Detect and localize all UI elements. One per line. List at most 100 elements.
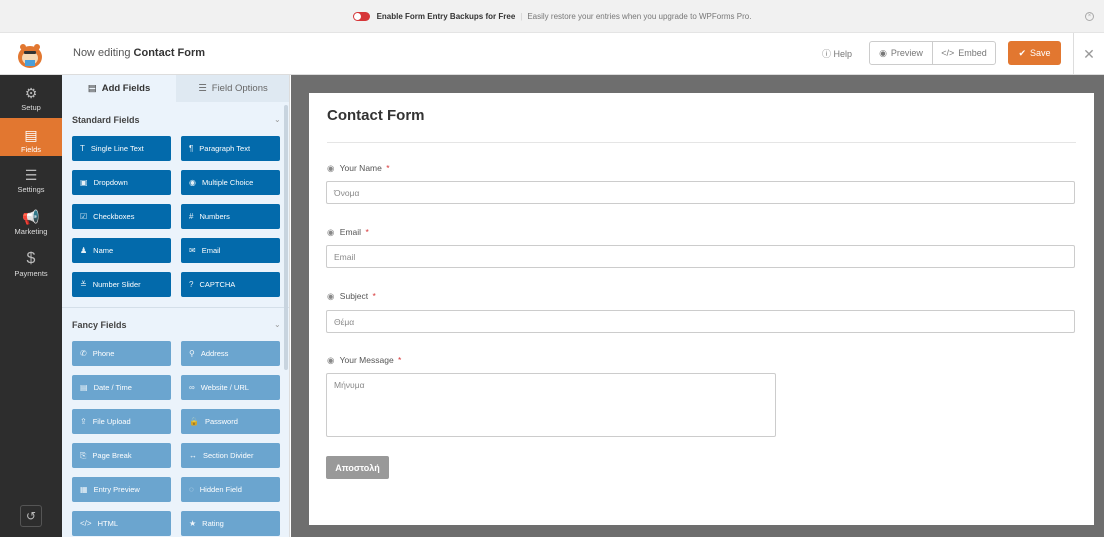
dropdown-icon: ▣	[80, 178, 88, 187]
field-button-section-divider[interactable]: ↔ Section Divider	[181, 443, 280, 468]
upload-icon: ⇪	[80, 417, 87, 426]
field-button-hidden-field[interactable]: ◌ Hidden Field	[181, 477, 280, 502]
sidebar-item-label: Setup	[21, 103, 41, 112]
radio-icon: ◉	[189, 178, 196, 187]
preview-icon: ▦	[80, 485, 88, 494]
field-button-rating[interactable]: ★ Rating	[181, 511, 280, 536]
sidebar-item-setup[interactable]: ⚙ Setup	[0, 81, 62, 117]
preview-button[interactable]: ◉ Preview	[870, 42, 932, 64]
field-button-label: Single Line Text	[90, 144, 144, 153]
field-button-dropdown[interactable]: ▣ Dropdown	[72, 170, 171, 195]
dollar-icon: $	[26, 250, 36, 267]
page-break-icon: ⎘	[80, 450, 87, 460]
code-icon: </>	[941, 48, 955, 58]
notice-bar: Enable Form Entry Backups for Free | Eas…	[0, 0, 1104, 33]
name-field[interactable]: Όνομα	[326, 181, 1075, 204]
field-button-website-url[interactable]: ∞ Website / URL	[181, 375, 280, 400]
chevron-down-icon[interactable]: ⌄	[274, 115, 281, 124]
field-button-numbers[interactable]: # Numbers	[181, 204, 280, 229]
embed-button[interactable]: </> Embed	[932, 42, 995, 64]
field-label-message[interactable]: ◉ Your Message *	[327, 355, 401, 366]
fancy-fields-heading[interactable]: Fancy Fields	[72, 320, 127, 330]
sidebar-item-settings[interactable]: ☰ Settings	[0, 163, 62, 201]
field-button-number-slider[interactable]: ≚ Number Slider	[72, 272, 171, 297]
save-button[interactable]: ✔ Save	[1008, 41, 1061, 65]
hash-icon: #	[189, 212, 194, 221]
field-button-paragraph-text[interactable]: ¶ Paragraph Text	[181, 136, 280, 161]
list-icon: ▤	[87, 83, 97, 94]
sidebar-item-fields[interactable]: ▤ Fields	[0, 118, 62, 156]
field-button-label: Number Slider	[92, 280, 141, 289]
field-label-email[interactable]: ◉ Email *	[327, 227, 369, 238]
tab-add-fields[interactable]: ▤ Add Fields	[62, 75, 176, 102]
text-icon: T	[80, 144, 85, 153]
close-icon[interactable]: ✕	[1073, 33, 1104, 75]
star-icon: ★	[189, 519, 197, 528]
field-button-label: Checkboxes	[93, 212, 135, 221]
field-button-entry-preview[interactable]: ▦ Entry Preview	[72, 477, 171, 502]
backup-toggle[interactable]	[352, 11, 370, 21]
sidebar-item-label: Fields	[20, 145, 41, 154]
field-button-captcha[interactable]: ? CAPTCHA	[181, 272, 280, 297]
field-label-text: Subject	[339, 291, 369, 301]
question-icon: ?	[189, 280, 194, 289]
field-button-label: Multiple Choice	[201, 178, 254, 187]
field-button-page-break[interactable]: ⎘ Page Break	[72, 443, 171, 468]
tab-label: Add Fields	[101, 83, 151, 94]
field-button-label: Hidden Field	[199, 485, 242, 494]
field-button-label: Address	[200, 349, 229, 358]
revisions-icon[interactable]: ↺	[20, 505, 42, 527]
email-field[interactable]: Email	[326, 245, 1075, 268]
field-button-address[interactable]: ⚲ Address	[181, 341, 280, 366]
sliders-icon: ☰	[24, 167, 38, 183]
field-button-single-line-text[interactable]: T Single Line Text	[72, 136, 171, 161]
standard-fields-heading[interactable]: Standard Fields	[72, 115, 140, 125]
email-field-placeholder: Email	[334, 251, 356, 262]
eye-slash-icon: ◉	[327, 355, 335, 365]
field-button-file-upload[interactable]: ⇪ File Upload	[72, 409, 171, 434]
field-button-checkboxes[interactable]: ☑ Checkboxes	[72, 204, 171, 229]
sidebar-item-payments[interactable]: $ Payments	[0, 247, 62, 285]
notice-separator: |	[520, 11, 523, 21]
help-label: Help	[833, 49, 853, 59]
field-button-email[interactable]: ✉ Email	[181, 238, 280, 263]
field-button-multiple-choice[interactable]: ◉ Multiple Choice	[181, 170, 280, 195]
submit-button[interactable]: Αποστολή	[326, 456, 389, 479]
megaphone-icon: 📢	[22, 209, 40, 225]
field-label-name[interactable]: ◉ Your Name *	[327, 163, 390, 174]
form-title[interactable]: Contact Form	[327, 107, 425, 124]
field-button-label: Name	[93, 246, 114, 255]
field-button-phone[interactable]: ✆ Phone	[72, 341, 171, 366]
sidebar-item-marketing[interactable]: 📢 Marketing	[0, 205, 62, 243]
message-field[interactable]: Μήνυμα	[326, 373, 776, 437]
tab-field-options[interactable]: ☰ Field Options	[176, 75, 289, 102]
field-button-label: Website / URL	[200, 383, 249, 392]
form-canvas: Contact Form ◉ Your Name * Όνομα ◉ Email…	[291, 75, 1104, 537]
checkbox-icon: ☑	[80, 212, 88, 221]
form-name: Contact Form	[133, 47, 206, 59]
eye-slash-icon: ◉	[327, 163, 335, 173]
dismiss-icon[interactable]: ×	[1085, 12, 1094, 21]
section-divider	[62, 307, 289, 308]
field-button-date-time[interactable]: ▤ Date / Time	[72, 375, 171, 400]
help-icon: ⓘ	[822, 49, 832, 59]
field-button-name[interactable]: ♟ Name	[72, 238, 171, 263]
field-button-html[interactable]: </> HTML	[72, 511, 171, 536]
panel-scrollbar[interactable]	[284, 105, 288, 370]
required-asterisk: *	[365, 227, 369, 237]
builder-sidebar: ⚙ Setup ▤ Fields ☰ Settings 📢 Marketing …	[0, 75, 62, 537]
phone-icon: ✆	[80, 349, 87, 358]
notice-text: Easily restore your entries when you upg…	[527, 11, 752, 21]
subject-field-placeholder: Θέμα	[334, 316, 355, 327]
field-button-password[interactable]: 🔒 Password	[181, 409, 280, 434]
field-button-label: Section Divider	[203, 451, 254, 460]
lock-icon: 🔒	[189, 417, 199, 426]
field-label-subject[interactable]: ◉ Subject *	[327, 291, 376, 302]
chevron-down-icon[interactable]: ⌄	[274, 320, 281, 329]
fields-icon: ▤	[24, 127, 38, 143]
help-button[interactable]: ⓘ Help	[822, 47, 852, 60]
panel-tabs: ▤ Add Fields ☰ Field Options	[62, 75, 289, 102]
preview-label: Preview	[890, 48, 923, 58]
subject-field[interactable]: Θέμα	[326, 310, 1075, 333]
notice-title[interactable]: Enable Form Entry Backups for Free	[377, 12, 516, 21]
